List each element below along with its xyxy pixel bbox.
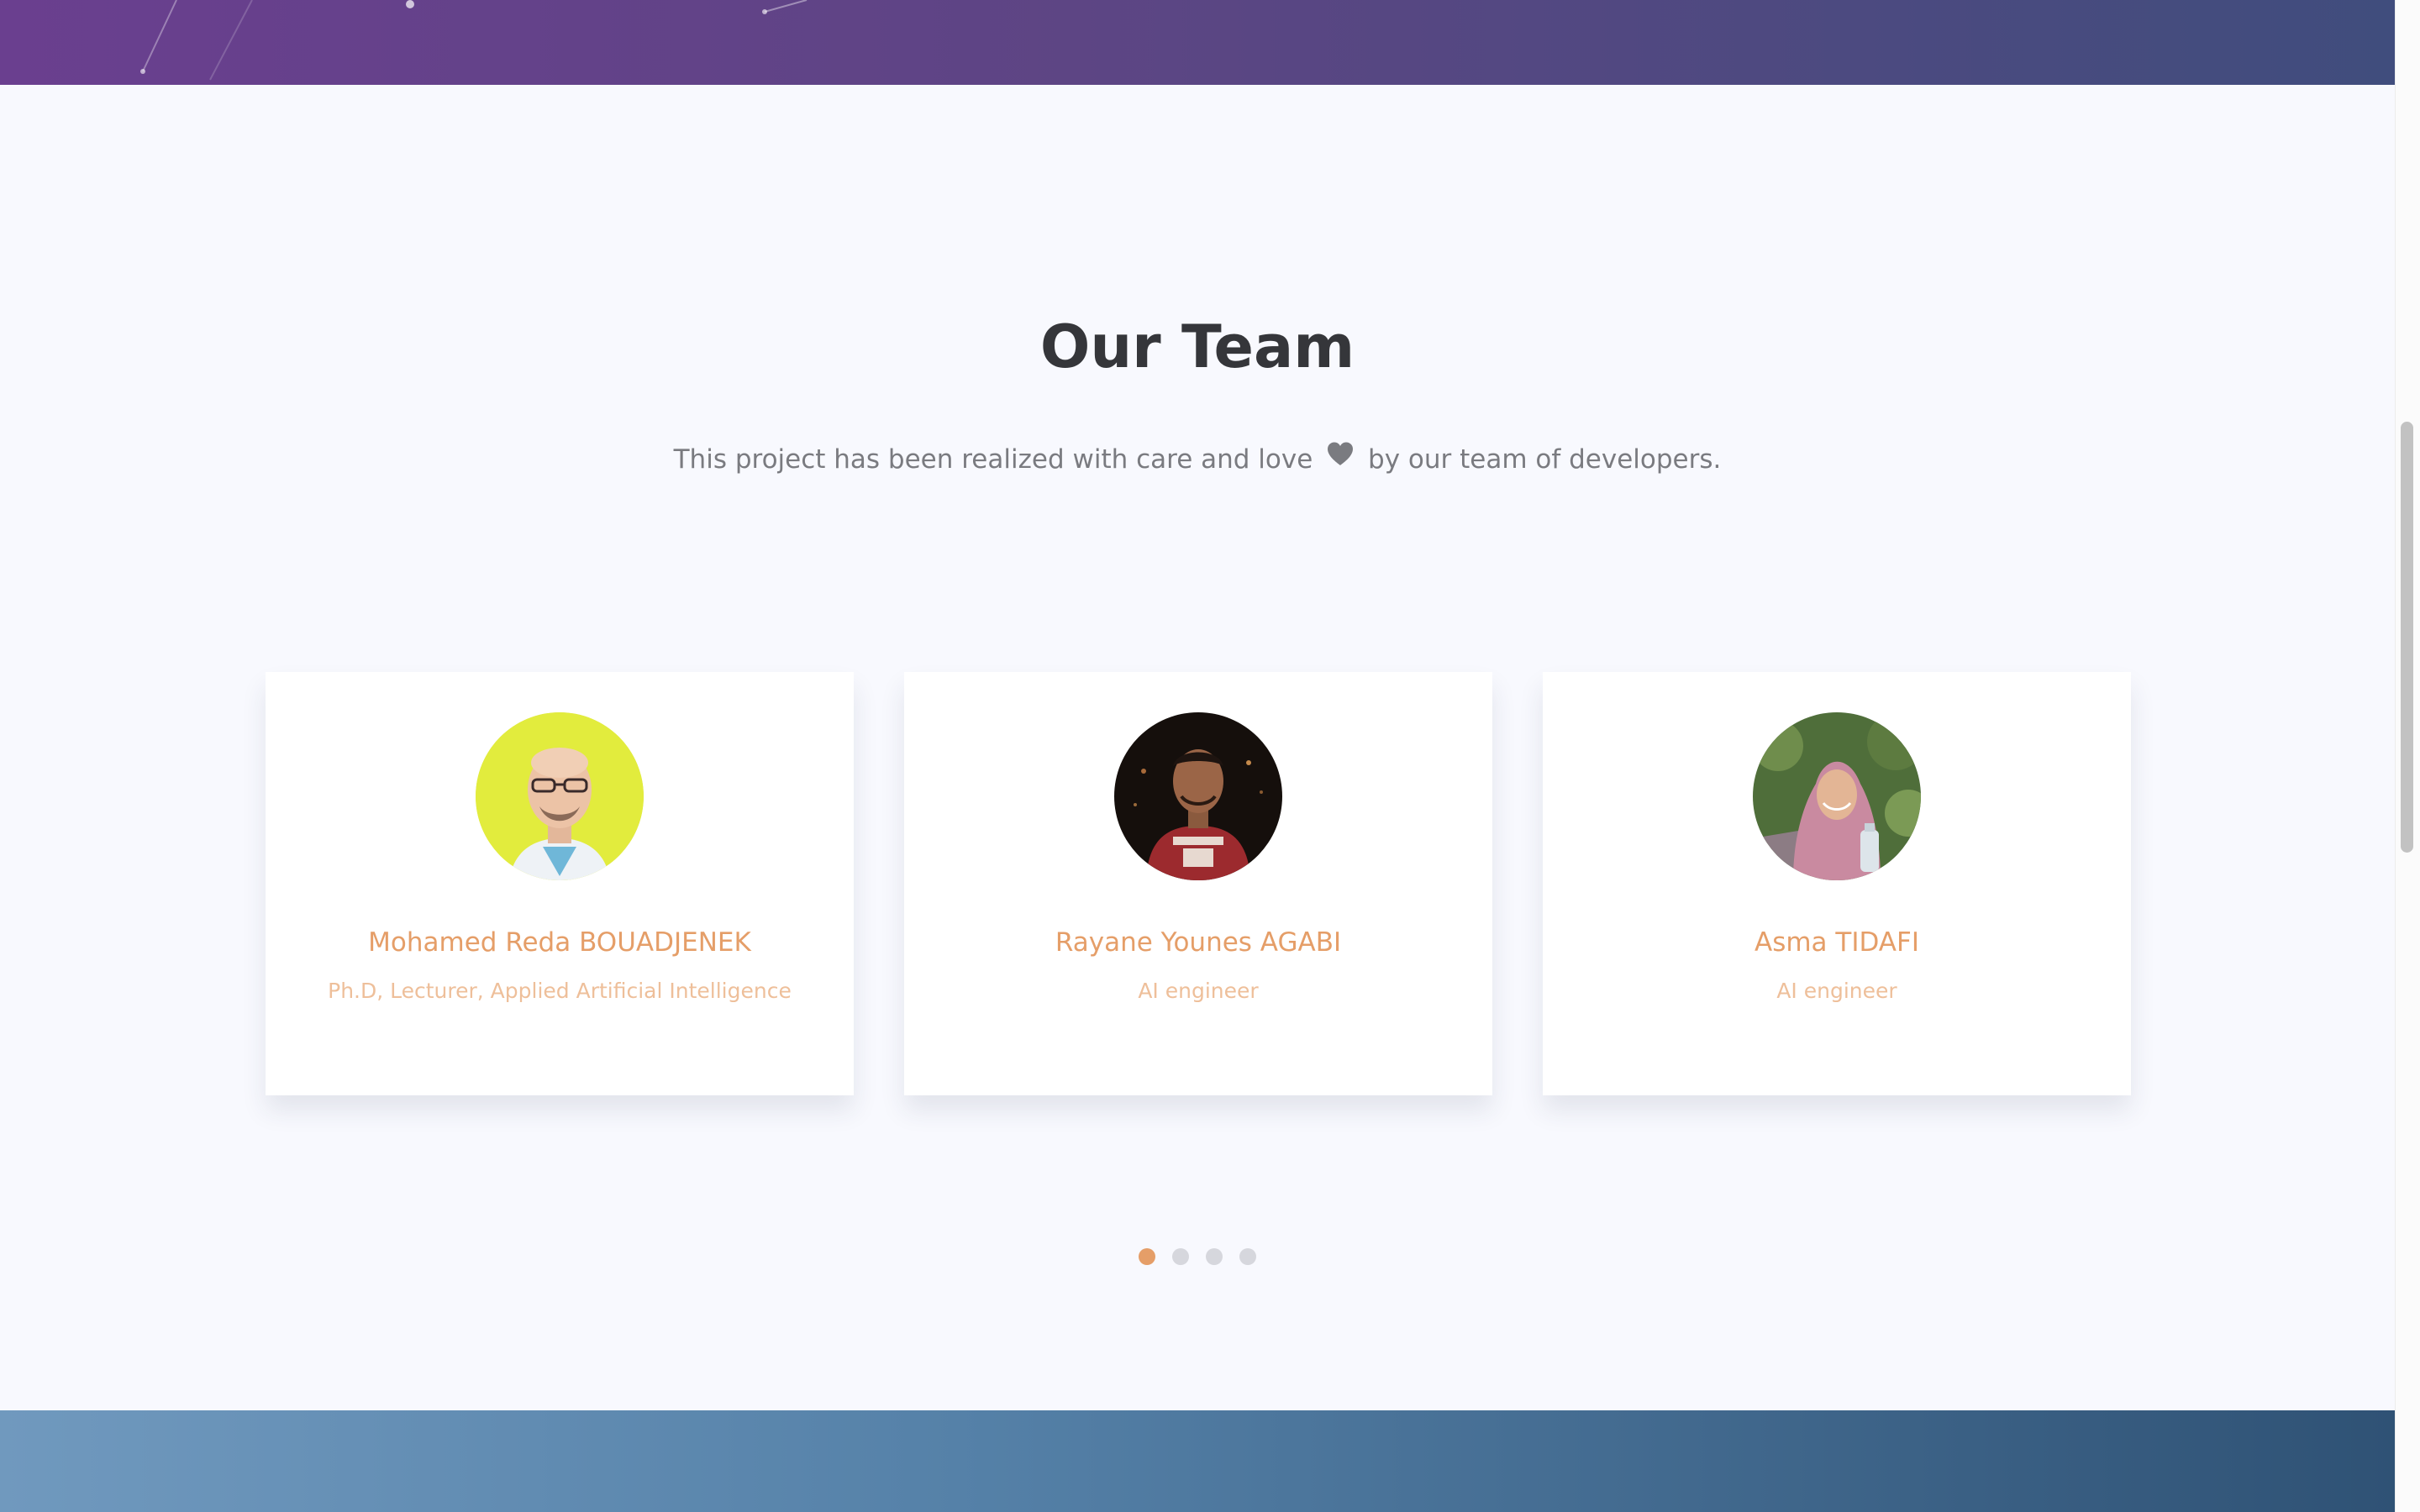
- member-name: Asma TIDAFI: [1754, 927, 1919, 958]
- team-member-card: Rayane Younes AGABI AI engineer: [904, 672, 1492, 1095]
- next-section-banner: [0, 1410, 2395, 1512]
- network-lines-decoration: [140, 0, 808, 81]
- header-banner: [0, 0, 2395, 85]
- subtitle-text-after: by our team of developers.: [1360, 444, 1722, 475]
- scrollbar-thumb[interactable]: [2401, 422, 2413, 853]
- team-member-card: Mohamed Reda BOUADJENEK Ph.D, Lecturer, …: [266, 672, 854, 1095]
- member-role: AI engineer: [1138, 979, 1259, 1003]
- member-name: Mohamed Reda BOUADJENEK: [368, 927, 751, 958]
- member-name: Rayane Younes AGABI: [1055, 927, 1342, 958]
- page: Our Team This project has been realized …: [0, 0, 2420, 1512]
- subtitle-text-before: This project has been realized with care…: [673, 444, 1322, 475]
- section-subtitle: This project has been realized with care…: [0, 437, 2395, 484]
- carousel-dot-4[interactable]: [1239, 1248, 1256, 1265]
- carousel-dot-3[interactable]: [1206, 1248, 1223, 1265]
- carousel-dot-1[interactable]: [1139, 1248, 1155, 1265]
- carousel-dot-2[interactable]: [1172, 1248, 1189, 1265]
- viewport: Our Team This project has been realized …: [0, 0, 2395, 1512]
- avatar: [1753, 712, 1921, 880]
- member-role: AI engineer: [1776, 979, 1897, 1003]
- avatar: [1114, 712, 1282, 880]
- section-title: Our Team: [1039, 312, 1355, 381]
- heart-icon: [1326, 435, 1355, 480]
- team-carousel[interactable]: Mohamed Reda BOUADJENEK Ph.D, Lecturer, …: [266, 672, 2131, 1095]
- member-role: Ph.D, Lecturer, Applied Artificial Intel…: [328, 979, 792, 1003]
- team-section: Our Team This project has been realized …: [0, 85, 2395, 1410]
- team-member-card: Asma TIDAFI AI engineer: [1543, 672, 2131, 1095]
- avatar: [476, 712, 644, 880]
